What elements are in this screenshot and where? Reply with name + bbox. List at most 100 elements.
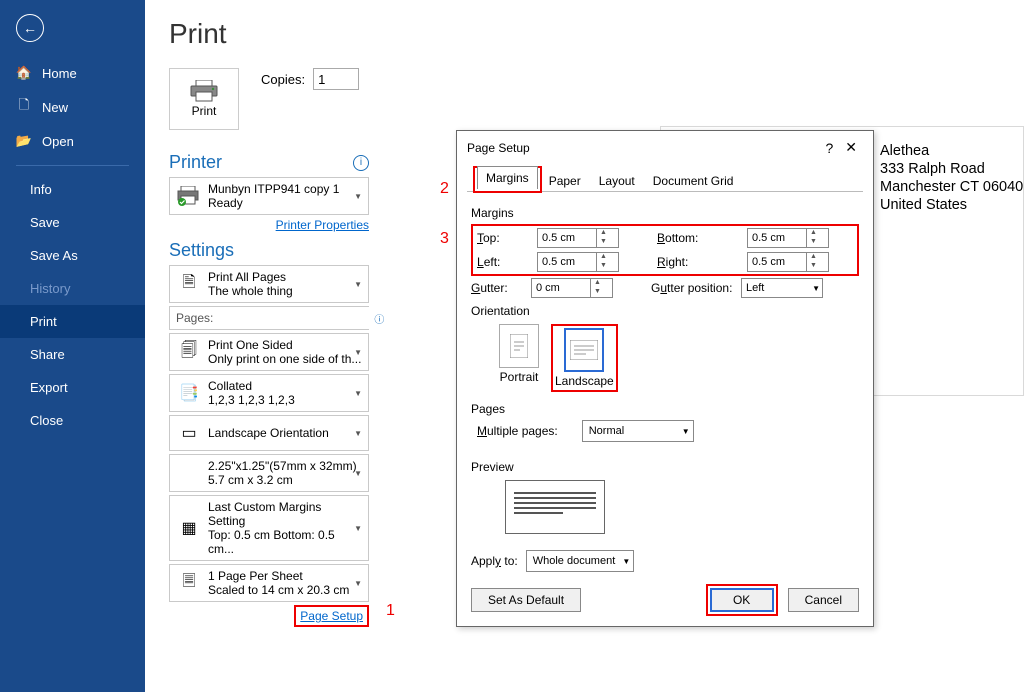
nav-close[interactable]: Close bbox=[0, 404, 145, 437]
dropdown-arrow-icon: ▼ bbox=[354, 280, 362, 289]
margins-icon: ▦ bbox=[176, 515, 202, 541]
nav-separator bbox=[16, 165, 129, 166]
nav-save[interactable]: Save bbox=[0, 206, 145, 239]
gutter-pos-value: Left bbox=[746, 282, 764, 294]
margin-preview bbox=[505, 480, 605, 534]
landscape-label: Landscape bbox=[555, 374, 614, 388]
pages-icon: 🗎 bbox=[176, 271, 202, 297]
dropdown-arrow-icon: ▼ bbox=[354, 192, 362, 201]
cancel-button[interactable]: Cancel bbox=[788, 588, 859, 612]
settings-heading: Settings bbox=[169, 240, 369, 261]
orientation-landscape[interactable]: Landscape bbox=[555, 328, 614, 388]
gutter-input[interactable]: ▲▼ bbox=[531, 278, 613, 298]
multiple-pages-value: Normal bbox=[589, 425, 624, 437]
annotation-2: 2 bbox=[440, 180, 449, 198]
spin-up-icon[interactable]: ▲ bbox=[591, 279, 604, 288]
copies-input[interactable] bbox=[313, 68, 359, 90]
spin-up-icon[interactable]: ▲ bbox=[807, 253, 820, 262]
nav-open-label: Open bbox=[42, 134, 74, 149]
dialog-close-button[interactable]: ✕ bbox=[839, 139, 863, 156]
spin-down-icon[interactable]: ▼ bbox=[591, 288, 604, 297]
spin-up-icon[interactable]: ▲ bbox=[597, 229, 610, 238]
nav-saveas-label: Save As bbox=[30, 248, 78, 263]
dropdown-arrow-icon: ▼ bbox=[354, 389, 362, 398]
printer-icon bbox=[190, 80, 218, 102]
ok-button[interactable]: OK bbox=[710, 588, 774, 612]
copies-label: Copies: bbox=[261, 72, 305, 87]
copies-row: Copies: bbox=[261, 68, 359, 90]
margin-bottom-input[interactable]: ▲▼ bbox=[747, 228, 829, 248]
setting-papersize[interactable]: 2.25"x1.25"(57mm x 32mm)5.7 cm x 3.2 cm▼ bbox=[169, 454, 369, 492]
printer-selector[interactable]: Munbyn ITPP941 copy 1Ready ▼ bbox=[169, 177, 369, 215]
nav-new[interactable]: 🗋New bbox=[0, 90, 145, 124]
set-as-default-button[interactable]: Set As Default bbox=[471, 588, 581, 612]
margin-left-input[interactable]: ▲▼ bbox=[537, 252, 619, 272]
nav-saveas[interactable]: Save As bbox=[0, 239, 145, 272]
orientation-portrait[interactable]: Portrait bbox=[499, 324, 539, 392]
preview-group-label: Preview bbox=[471, 460, 859, 474]
setting-line1: 2.25"x1.25"(57mm x 32mm) bbox=[208, 459, 357, 473]
page-setup-link[interactable]: Page Setup bbox=[296, 607, 367, 625]
setting-print-all[interactable]: 🗎Print All PagesThe whole thing▼ bbox=[169, 265, 369, 303]
chevron-down-icon: ▼ bbox=[622, 557, 630, 566]
spin-down-icon[interactable]: ▼ bbox=[597, 238, 610, 247]
nav-close-label: Close bbox=[30, 413, 63, 428]
nav-print[interactable]: Print bbox=[0, 305, 145, 338]
spin-up-icon[interactable]: ▲ bbox=[807, 229, 820, 238]
setting-line2: Scaled to 14 cm x 20.3 cm bbox=[208, 583, 349, 597]
nav-info[interactable]: Info bbox=[0, 173, 145, 206]
document-address: Alethea 333 Ralph Road Manchester CT 060… bbox=[880, 142, 1023, 214]
papersize-icon bbox=[176, 460, 202, 486]
nav-export-label: Export bbox=[30, 380, 68, 395]
spin-down-icon[interactable]: ▼ bbox=[807, 238, 820, 247]
dropdown-arrow-icon: ▼ bbox=[354, 579, 362, 588]
setting-one-sided[interactable]: 🗐Print One SidedOnly print on one side o… bbox=[169, 333, 369, 371]
printer-ready-icon bbox=[176, 183, 202, 209]
margin-right-input[interactable]: ▲▼ bbox=[747, 252, 829, 272]
print-button[interactable]: Print bbox=[169, 68, 239, 130]
back-button[interactable]: ← bbox=[16, 14, 44, 42]
page-single-icon: 🗐 bbox=[176, 339, 202, 365]
orientation-icon: ▭ bbox=[176, 420, 202, 446]
spin-down-icon[interactable]: ▼ bbox=[597, 262, 610, 271]
nav-share[interactable]: Share bbox=[0, 338, 145, 371]
setting-collated[interactable]: 📑Collated1,2,3 1,2,3 1,2,3▼ bbox=[169, 374, 369, 412]
tab-document-grid[interactable]: Document Grid bbox=[644, 169, 743, 192]
nav-print-label: Print bbox=[30, 314, 57, 329]
apply-to-select[interactable]: Whole document▼ bbox=[526, 550, 635, 572]
setting-line2: 1,2,3 1,2,3 1,2,3 bbox=[208, 393, 295, 407]
spin-up-icon[interactable]: ▲ bbox=[597, 253, 610, 262]
margin-top-input[interactable]: ▲▼ bbox=[537, 228, 619, 248]
margins-group-label: Margins bbox=[471, 206, 859, 220]
dropdown-arrow-icon: ▼ bbox=[354, 469, 362, 478]
printer-properties-link[interactable]: Printer Properties bbox=[169, 218, 369, 232]
new-icon: 🗋 bbox=[16, 99, 32, 115]
annotation-1: 1 bbox=[386, 602, 395, 620]
dialog-help-button[interactable]: ? bbox=[819, 140, 839, 156]
setting-line2: Top: 0.5 cm Bottom: 0.5 cm... bbox=[208, 528, 362, 556]
pages-info-icon[interactable]: ⓘ bbox=[374, 310, 384, 326]
setting-orientation[interactable]: ▭Landscape Orientation▼ bbox=[169, 415, 369, 451]
page-title: Print bbox=[169, 18, 1000, 50]
setting-scale[interactable]: 🗏1 Page Per SheetScaled to 14 cm x 20.3 … bbox=[169, 564, 369, 602]
setting-margins[interactable]: ▦Last Custom Margins SettingTop: 0.5 cm … bbox=[169, 495, 369, 561]
nav-export[interactable]: Export bbox=[0, 371, 145, 404]
tab-paper[interactable]: Paper bbox=[540, 169, 590, 192]
pages-label: Pages: bbox=[170, 307, 219, 329]
multiple-pages-select[interactable]: Normal▼ bbox=[582, 420, 694, 442]
dialog-tabs: Margins Paper Layout Document Grid bbox=[467, 164, 863, 192]
tab-layout[interactable]: Layout bbox=[590, 169, 644, 192]
print-button-label: Print bbox=[192, 104, 217, 118]
gutter-row: Gutter: ▲▼ Gutter position: Left▼ bbox=[471, 278, 859, 298]
tab-margins[interactable]: Margins bbox=[477, 166, 538, 189]
printer-info-icon[interactable]: i bbox=[353, 155, 369, 171]
dialog-body: Margins TTop:op: ▲▼ Bottom: ▲▼ Left: ▲▼ … bbox=[457, 192, 873, 626]
printer-status: Ready bbox=[208, 196, 339, 210]
gutter-position-select[interactable]: Left▼ bbox=[741, 278, 823, 298]
setting-line1: Print One Sided bbox=[208, 338, 361, 352]
spin-down-icon[interactable]: ▼ bbox=[807, 262, 820, 271]
nav-open[interactable]: 📂Open bbox=[0, 124, 145, 158]
setting-line1: Landscape Orientation bbox=[208, 426, 329, 440]
nav-home[interactable]: 🏠Home bbox=[0, 56, 145, 90]
pages-input[interactable] bbox=[219, 307, 374, 329]
